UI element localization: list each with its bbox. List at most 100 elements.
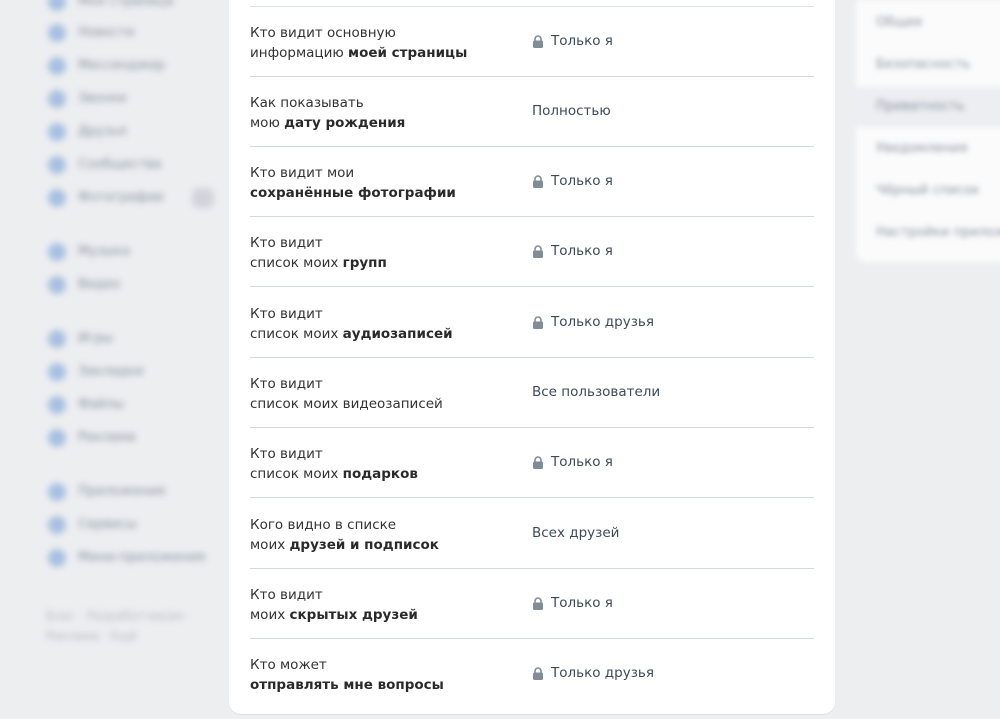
- question-line2: отправлять мне вопросы: [250, 675, 520, 695]
- sidebar-item[interactable]: Файлы: [40, 393, 220, 417]
- privacy-value-selector[interactable]: Только я: [532, 31, 613, 51]
- settings-menu-item[interactable]: Безопасность: [856, 45, 1000, 85]
- sidebar-item[interactable]: Игры: [40, 327, 220, 351]
- sidebar-item[interactable]: Фотографии: [40, 186, 220, 210]
- sidebar-item-label: Файлы: [78, 397, 125, 412]
- question-line2: сохранённые фотографии: [250, 183, 520, 203]
- privacy-value: Все пользователи: [532, 384, 661, 400]
- privacy-row[interactable]: Кто видит список моих групп Только я: [250, 217, 814, 287]
- privacy-value-selector[interactable]: Только друзья: [532, 663, 654, 683]
- lock-icon: [532, 455, 544, 469]
- sidebar-item-label: Сообщества: [78, 157, 162, 172]
- settings-menu: Общее Безопасность Приватность Уведомлен…: [856, 0, 1000, 262]
- question-line1: Кто видит: [250, 235, 323, 251]
- message-icon: [48, 57, 66, 75]
- lock-icon: [532, 34, 544, 48]
- question-line1: Кого видно в списке: [250, 517, 397, 533]
- question-line2: моих друзей и подписок: [250, 535, 520, 555]
- question-line1: Кто видит: [250, 587, 323, 603]
- mini-app-icon: [48, 549, 66, 567]
- privacy-row[interactable]: Кто видит мои сохранённые фотографии Тол…: [250, 147, 814, 217]
- privacy-value-selector[interactable]: Только я: [532, 593, 613, 613]
- privacy-value-selector[interactable]: Только я: [532, 452, 613, 472]
- privacy-value-selector[interactable]: Только я: [532, 241, 613, 261]
- question-bold: друзей и подписок: [289, 537, 439, 553]
- privacy-value: Только я: [551, 595, 613, 611]
- sidebar-item[interactable]: Новости: [40, 21, 220, 45]
- row-divider: [250, 286, 814, 287]
- question-bold: скрытых друзей: [289, 607, 418, 623]
- privacy-question: Кто видит список моих аудиозаписей: [250, 304, 520, 344]
- app-icon: [48, 483, 66, 501]
- privacy-value-selector[interactable]: Полностью: [532, 101, 611, 121]
- sidebar-item-label: Фотографии: [78, 190, 164, 205]
- sidebar-item[interactable]: Реклама: [40, 426, 220, 450]
- sidebar-item-label: Видео: [78, 277, 121, 292]
- question-line2: список моих видеозаписей: [250, 394, 520, 414]
- privacy-question: Кто видит основную информацию моей стран…: [250, 23, 520, 63]
- privacy-value-selector[interactable]: Только друзья: [532, 312, 654, 332]
- settings-menu-label: Настройки приложений: [876, 225, 1000, 240]
- privacy-question: Кто видит мои сохранённые фотографии: [250, 163, 520, 203]
- sidebar-item[interactable]: Моя страница: [40, 0, 220, 14]
- privacy-value-selector[interactable]: Только я: [532, 171, 613, 191]
- sidebar-item-label: Новости: [78, 25, 135, 40]
- privacy-row[interactable]: Кто видит список моих аудиозаписей Тольк…: [250, 288, 814, 358]
- question-plain: моих: [250, 537, 290, 553]
- privacy-question: Кто может отправлять мне вопросы: [250, 655, 520, 695]
- ads-icon: [48, 429, 66, 447]
- settings-menu-label: Безопасность: [876, 57, 971, 72]
- sidebar-item-label: Друзья: [78, 124, 127, 139]
- groups-icon: [48, 156, 66, 174]
- privacy-value-selector[interactable]: Всех друзей: [532, 523, 619, 543]
- settings-menu-item[interactable]: Чёрный список: [856, 171, 1000, 211]
- question-bold: групп: [342, 255, 387, 271]
- lock-icon: [532, 666, 544, 680]
- privacy-value-selector[interactable]: Все пользователи: [532, 382, 660, 402]
- settings-menu-item[interactable]: Настройки приложений: [856, 213, 1000, 253]
- row-divider: [250, 497, 814, 498]
- video-icon: [48, 276, 66, 294]
- sidebar-item[interactable]: Приложения: [40, 480, 220, 504]
- question-line2: список моих групп: [250, 253, 520, 273]
- privacy-row[interactable]: Кого видно в списке моих друзей и подпис…: [250, 499, 814, 569]
- sidebar-item[interactable]: Закладки: [40, 360, 220, 384]
- sidebar-item[interactable]: Музыка: [40, 240, 220, 264]
- question-line1: Кто видит: [250, 376, 323, 392]
- privacy-row[interactable]: Кто видит моих скрытых друзей Только я: [250, 569, 814, 639]
- privacy-question: Кто видит список моих подарков: [250, 444, 520, 484]
- sidebar-item[interactable]: Видео: [40, 273, 220, 297]
- privacy-row[interactable]: Кто видит список моих подарков Только я: [250, 428, 814, 498]
- question-line1: Кто может: [250, 657, 327, 673]
- privacy-row[interactable]: Кто может отправлять мне вопросы Только …: [250, 639, 814, 709]
- sidebar-item[interactable]: Мини-приложения: [40, 546, 220, 570]
- sidebar-item-label: Закладки: [78, 364, 144, 379]
- privacy-value: Только я: [551, 33, 613, 49]
- sidebar-footer[interactable]: Блог · Разработчикам · Реклама · Ещё: [46, 606, 206, 646]
- settings-menu-item[interactable]: Уведомления: [856, 129, 1000, 169]
- settings-menu-item-active[interactable]: Приватность: [856, 87, 1000, 127]
- question-plain: моих: [250, 607, 290, 623]
- settings-badge[interactable]: [192, 188, 214, 208]
- file-icon: [48, 396, 66, 414]
- sidebar-item-label: Музыка: [78, 244, 130, 259]
- privacy-question: Кого видно в списке моих друзей и подпис…: [250, 515, 520, 555]
- privacy-row[interactable]: Кто видит основную информацию моей стран…: [250, 7, 814, 77]
- privacy-row[interactable]: Кто видит список моих видеозаписей Все п…: [250, 358, 814, 428]
- sidebar-item[interactable]: Друзья: [40, 120, 220, 144]
- question-plain: мою: [250, 115, 285, 131]
- question-plain: список моих: [250, 466, 343, 482]
- sidebar-item[interactable]: Сообщества: [40, 153, 220, 177]
- phone-icon: [48, 90, 66, 108]
- friends-icon: [48, 123, 66, 141]
- sidebar-item[interactable]: Сервисы: [40, 513, 220, 537]
- sidebar-item[interactable]: Звонки: [40, 87, 220, 111]
- settings-menu-item[interactable]: Общее: [856, 3, 1000, 43]
- privacy-row[interactable]: Как показывать мою дату рождения Полност…: [250, 77, 814, 147]
- sidebar-item-label: Мессенджер: [78, 58, 165, 73]
- bookmark-icon: [48, 363, 66, 381]
- sidebar-item[interactable]: Мессенджер: [40, 54, 220, 78]
- question-line2: мою дату рождения: [250, 113, 520, 133]
- sidebar-item-label: Звонки: [78, 91, 127, 106]
- settings-menu-label: Уведомления: [876, 141, 968, 156]
